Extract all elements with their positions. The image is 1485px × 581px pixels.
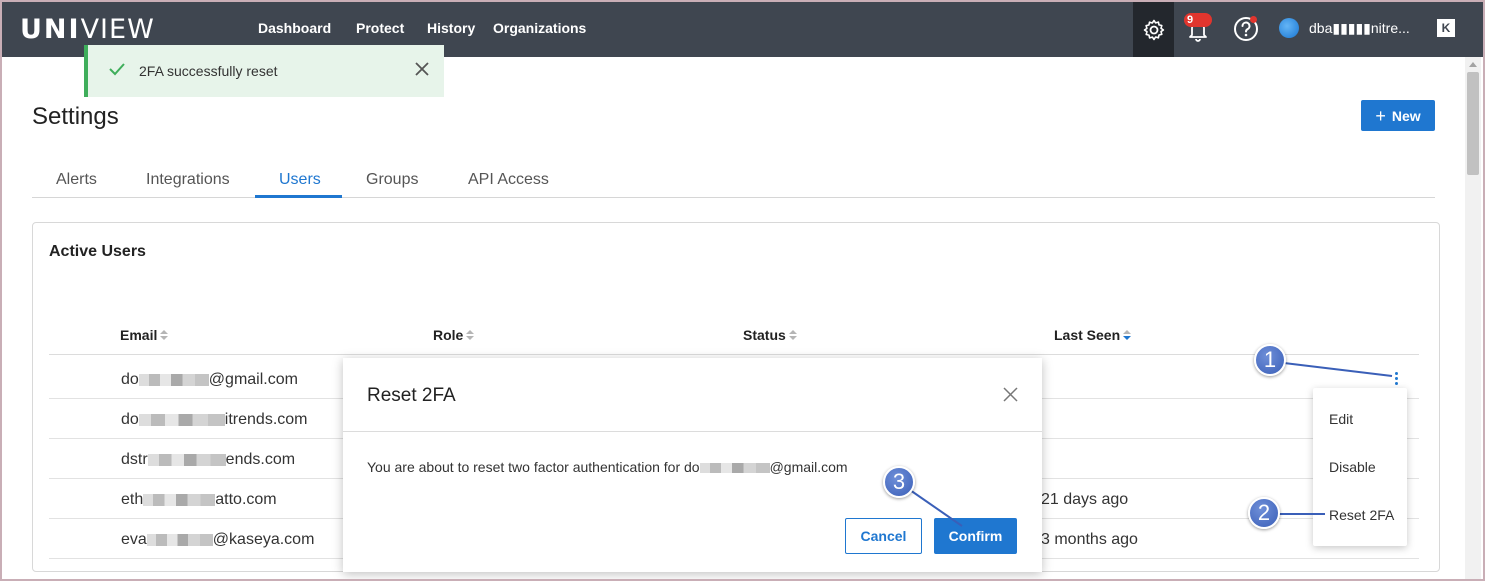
step-callout-3: 3	[883, 466, 915, 498]
step-callout-1: 1	[1254, 344, 1286, 376]
step-callout-2: 2	[1248, 497, 1280, 529]
annotation-arrows	[909, 362, 1393, 527]
